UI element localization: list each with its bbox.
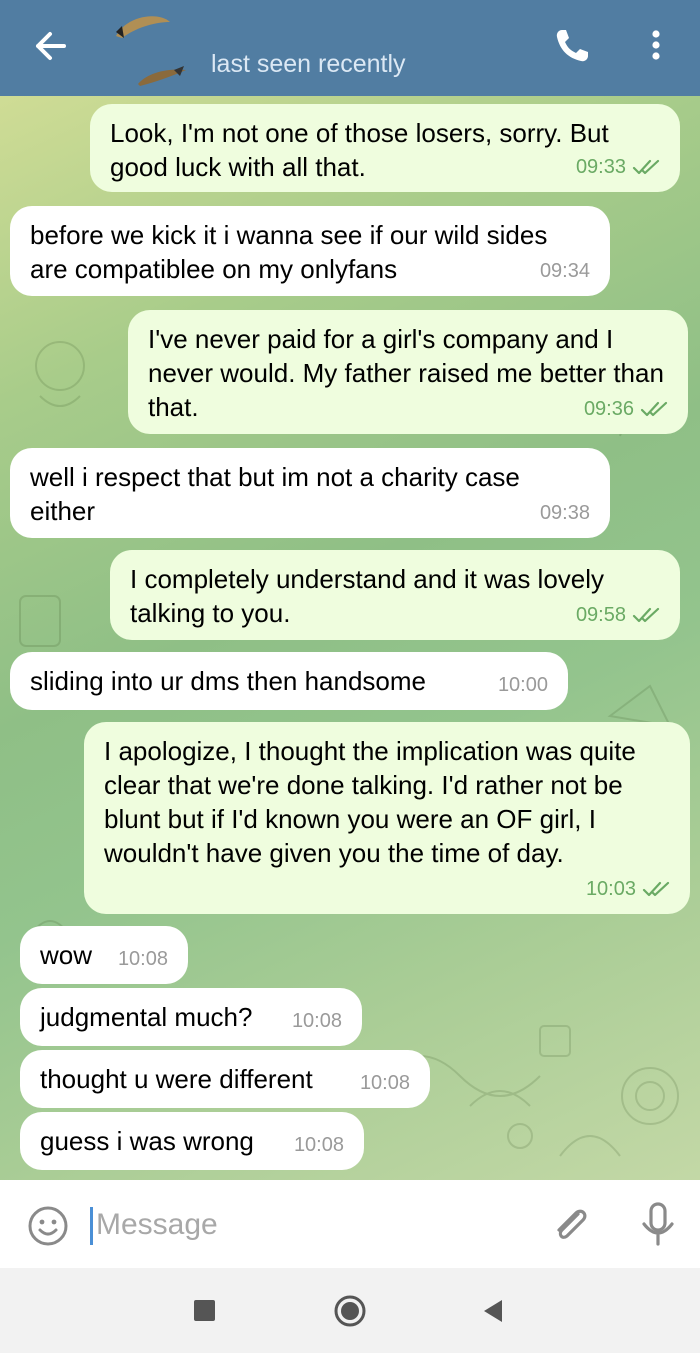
message-bubble-outgoing[interactable]: I've never paid for a girl's company and…: [128, 310, 688, 434]
message-time: 10:08: [117, 948, 168, 970]
message-text: wow: [40, 940, 93, 970]
message-bubble-outgoing[interactable]: I completely understand and it was lovel…: [110, 550, 680, 640]
more-menu-button[interactable]: [638, 22, 674, 70]
double-check-icon: [642, 881, 670, 897]
message-list[interactable]: Look, I'm not one of those losers, sorry…: [0, 96, 700, 1180]
message-meta: 10:08: [360, 1066, 410, 1100]
attach-button[interactable]: [548, 1202, 594, 1248]
message-meta: 10:08: [292, 1004, 342, 1038]
message-text: I apologize, I thought the implication w…: [104, 736, 636, 868]
emoji-button[interactable]: [26, 1204, 70, 1248]
smiley-icon: [28, 1206, 68, 1246]
message-meta: 10:08: [294, 1128, 344, 1162]
message-bubble-outgoing[interactable]: I apologize, I thought the implication w…: [84, 722, 690, 914]
message-text: thought u were different: [40, 1064, 313, 1094]
back-button[interactable]: [26, 22, 74, 70]
avatar[interactable]: [108, 6, 198, 90]
message-bubble-incoming[interactable]: sliding into ur dms then handsome 10:00: [10, 652, 568, 710]
message-time: 09:38: [539, 502, 590, 524]
message-time: 09:34: [539, 260, 590, 282]
paperclip-icon: [557, 1209, 587, 1239]
last-seen-status: last seen recently: [211, 50, 406, 78]
recent-apps-button[interactable]: [194, 1300, 215, 1321]
message-time: 10:00: [497, 674, 548, 696]
message-meta: 09:34: [540, 254, 590, 288]
message-bubble-incoming[interactable]: thought u were different 10:08: [20, 1050, 430, 1108]
message-time: 09:33: [575, 156, 626, 178]
double-check-icon: [640, 401, 668, 417]
message-meta: 09:58: [576, 598, 662, 632]
message-text: Look, I'm not one of those losers, sorry…: [110, 118, 609, 182]
message-meta: 09:33: [576, 150, 662, 184]
microphone-icon: [642, 1202, 674, 1246]
message-bubble-incoming[interactable]: judgmental much? 10:08: [20, 988, 362, 1046]
message-meta: 09:36: [584, 392, 670, 426]
call-button[interactable]: [548, 22, 596, 70]
message-bubble-incoming[interactable]: before we kick it i wanna see if our wil…: [10, 206, 610, 296]
text-caret: [90, 1207, 93, 1245]
message-time: 09:58: [575, 604, 626, 626]
system-back-button[interactable]: [482, 1298, 504, 1324]
message-text: sliding into ur dms then handsome: [30, 666, 427, 696]
double-check-icon: [632, 607, 660, 623]
double-check-icon: [632, 159, 660, 175]
message-input[interactable]: [96, 1202, 516, 1248]
phone-icon: [556, 30, 588, 62]
message-time: 10:08: [293, 1134, 344, 1156]
voice-record-button[interactable]: [636, 1200, 680, 1250]
message-bubble-incoming[interactable]: wow 10:08: [20, 926, 188, 984]
home-button[interactable]: [333, 1294, 367, 1328]
message-bubble-incoming[interactable]: guess i was wrong 10:08: [20, 1112, 364, 1170]
message-text: before we kick it i wanna see if our wil…: [30, 220, 548, 284]
message-text: I completely understand and it was lovel…: [130, 564, 605, 628]
message-meta: 10:00: [498, 668, 548, 702]
message-text: guess i was wrong: [40, 1126, 254, 1156]
system-navigation-bar: [0, 1268, 700, 1353]
chat-header: last seen recently: [0, 0, 700, 96]
message-bubble-outgoing[interactable]: Look, I'm not one of those losers, sorry…: [90, 104, 680, 192]
message-meta: 09:38: [540, 496, 590, 530]
message-text: well i respect that but im not a charity…: [30, 462, 520, 526]
message-bubble-incoming[interactable]: well i respect that but im not a charity…: [10, 448, 610, 538]
message-time: 10:03: [585, 878, 636, 900]
message-time: 09:36: [583, 398, 634, 420]
message-composer: [0, 1180, 700, 1268]
message-text: judgmental much?: [40, 1002, 253, 1032]
message-meta: 10:03: [586, 872, 672, 906]
more-vertical-icon: [652, 30, 660, 60]
arrow-left-icon: [36, 32, 66, 60]
message-time: 10:08: [359, 1072, 410, 1094]
message-time: 10:08: [291, 1010, 342, 1032]
message-meta: 10:08: [118, 942, 168, 976]
